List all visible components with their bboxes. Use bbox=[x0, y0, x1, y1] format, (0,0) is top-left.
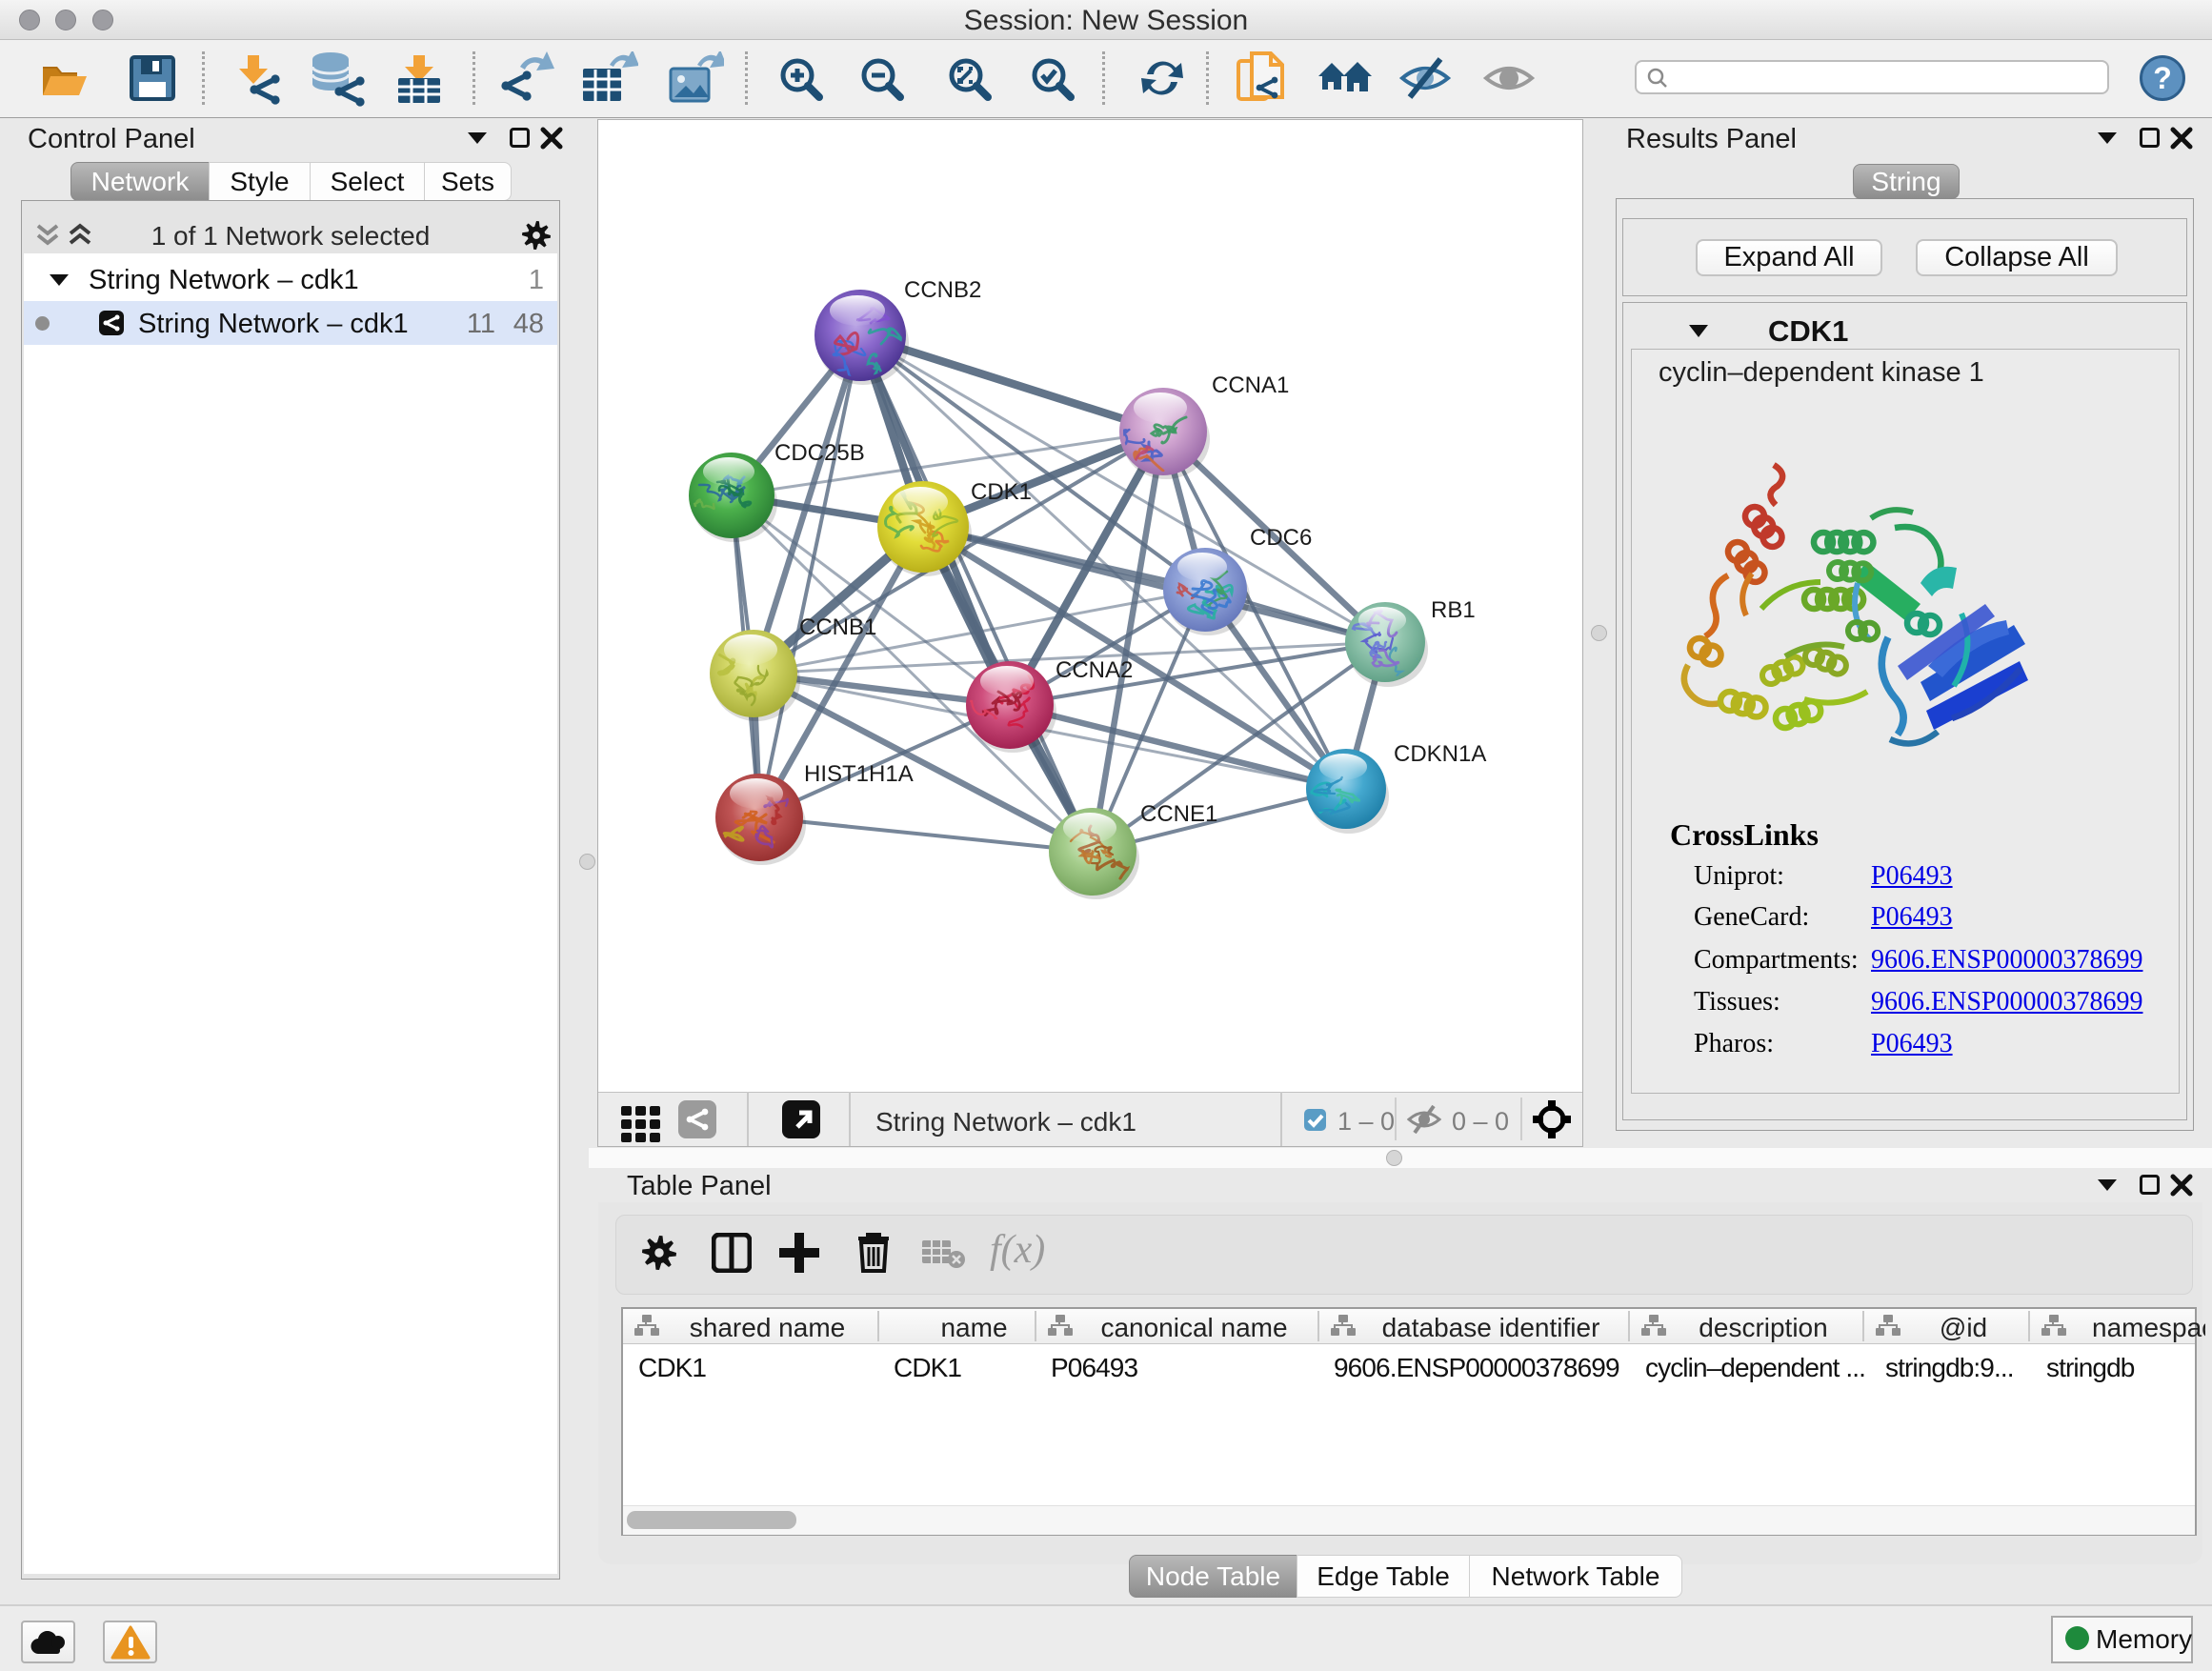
svg-text:CCNA2: CCNA2 bbox=[1056, 657, 1133, 683]
svg-text:CCNE1: CCNE1 bbox=[1140, 801, 1217, 827]
svg-text:HIST1H1A: HIST1H1A bbox=[804, 761, 914, 787]
svg-text:CDK1: CDK1 bbox=[971, 479, 1032, 505]
svg-text:RB1: RB1 bbox=[1431, 597, 1476, 623]
svg-text:CDC25B: CDC25B bbox=[774, 440, 865, 466]
svg-text:CCNB2: CCNB2 bbox=[904, 277, 981, 303]
svg-text:CDC6: CDC6 bbox=[1250, 525, 1312, 551]
svg-text:CCNB1: CCNB1 bbox=[799, 614, 876, 640]
svg-text:CCNA1: CCNA1 bbox=[1212, 372, 1289, 398]
svg-text:CDKN1A: CDKN1A bbox=[1394, 741, 1486, 767]
